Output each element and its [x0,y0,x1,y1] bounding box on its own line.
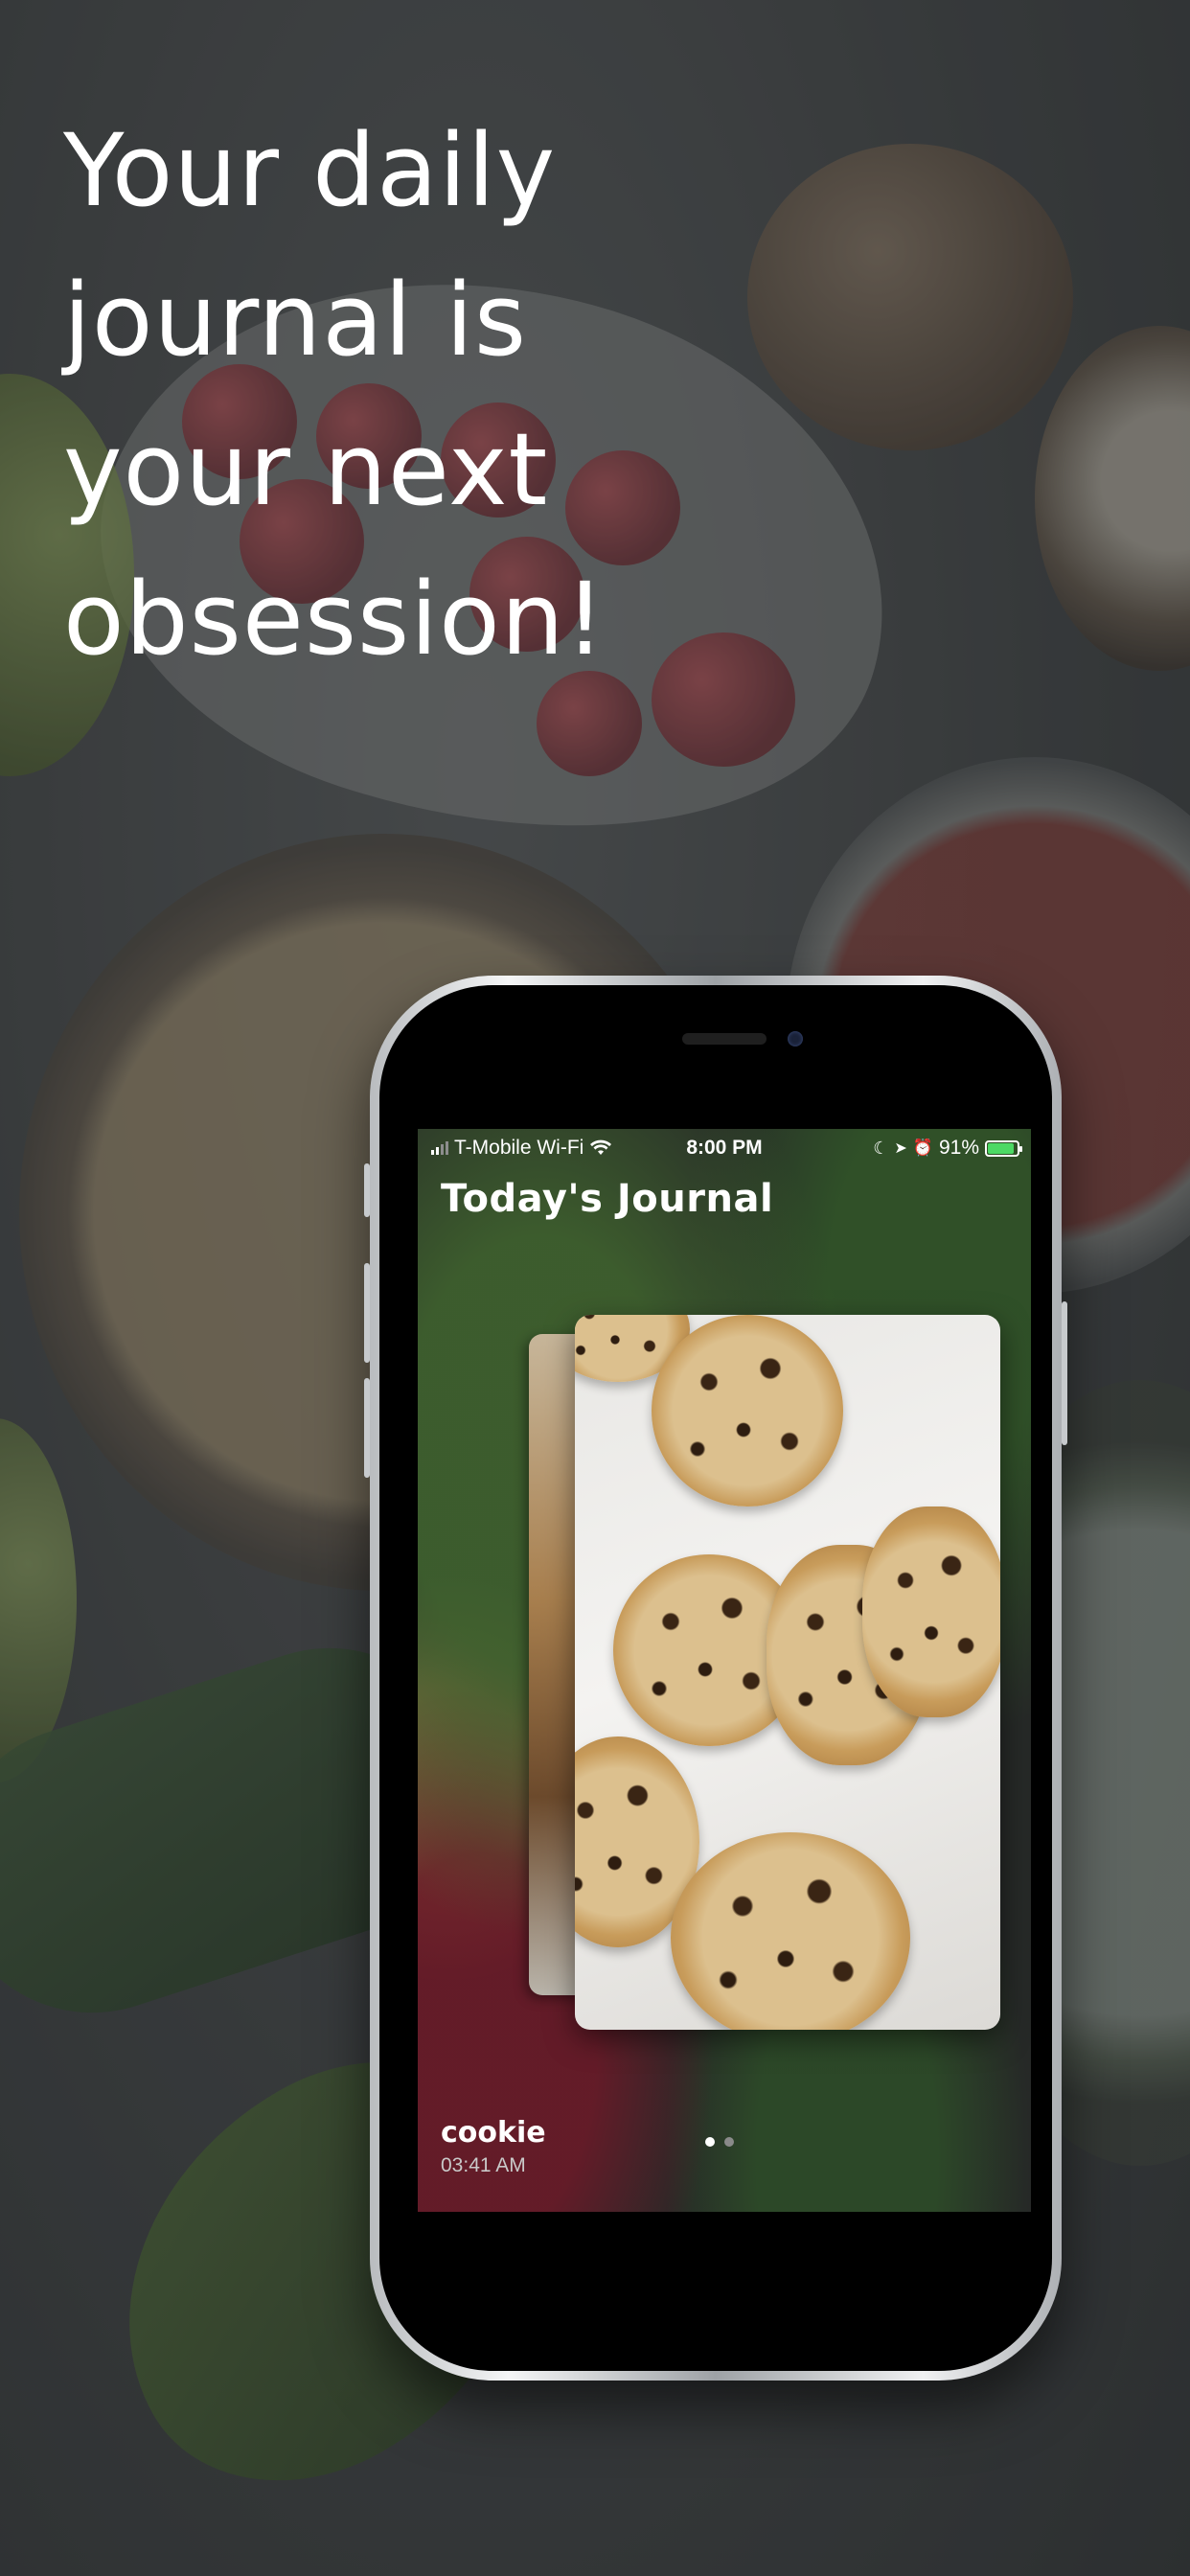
entry-name: cookie [441,2116,546,2150]
volume-down-button [364,1378,370,1478]
page-title: Today's Journal [441,1177,774,1221]
page-indicator[interactable] [705,2137,734,2147]
phone-body: T-Mobile Wi-Fi 8:00 PM ☾ ➤ ⏰ 91% Today's… [379,985,1052,2371]
status-right: ☾ ➤ ⏰ 91% [873,1137,1022,1160]
cookie-image [671,1832,910,2030]
mute-switch [364,1163,370,1217]
page-dot-active[interactable] [705,2137,715,2147]
status-bar: T-Mobile Wi-Fi 8:00 PM ☾ ➤ ⏰ 91% [418,1129,1031,1167]
earpiece-speaker [682,1033,767,1045]
cookie-image [652,1315,843,1506]
battery-percent: 91% [938,1137,979,1159]
alarm-icon: ⏰ [912,1138,933,1157]
headline: Your daily journal is your next obsessio… [63,112,606,678]
cookie-image [862,1506,1000,1717]
front-camera [788,1031,803,1046]
page-dot[interactable] [724,2137,734,2147]
journal-card-photo[interactable] [575,1315,1000,2030]
battery-icon [985,1139,1022,1157]
side-button [1062,1301,1067,1445]
location-icon: ➤ [894,1140,907,1157]
moon-icon: ☾ [873,1138,889,1158]
volume-up-button [364,1263,370,1363]
entry-time: 03:41 AM [441,2154,526,2176]
app-screen: T-Mobile Wi-Fi 8:00 PM ☾ ➤ ⏰ 91% Today's… [418,1129,1031,2212]
phone-mockup: T-Mobile Wi-Fi 8:00 PM ☾ ➤ ⏰ 91% Today's… [364,976,1067,2380]
